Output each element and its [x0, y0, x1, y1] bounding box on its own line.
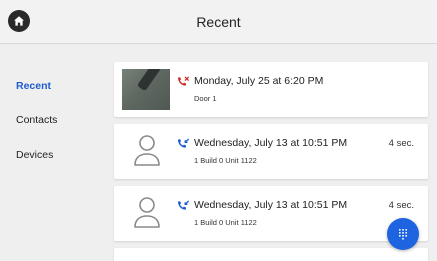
call-duration: 4 sec.	[388, 200, 414, 211]
missed-call-icon	[178, 76, 190, 86]
sidebar-item-recent[interactable]: Recent	[16, 80, 51, 92]
page-title: Recent	[196, 14, 241, 30]
person-avatar-icon	[134, 135, 160, 166]
call-title: Wednesday, July 13 at 10:51 PM	[194, 199, 348, 211]
call-title: Wednesday, July 13 at 10:51 PM	[194, 137, 348, 149]
sidebar-item-devices[interactable]: Devices	[16, 149, 53, 161]
call-list-item[interactable]: Monday, July 25 at 6:20 PM Door 1	[114, 62, 428, 117]
dialpad-icon	[399, 229, 407, 240]
call-subtitle: 1 Build 0 Unit 1122	[194, 218, 257, 227]
sidebar: Recent Contacts Devices	[0, 44, 108, 261]
person-avatar-icon	[134, 197, 160, 228]
top-bar: Recent	[0, 0, 437, 44]
call-title: Monday, July 25 at 6:20 PM	[194, 75, 324, 87]
incoming-call-icon	[178, 138, 190, 148]
call-subtitle: Door 1	[194, 94, 217, 103]
call-list-item[interactable]	[114, 248, 428, 261]
call-subtitle: 1 Build 0 Unit 1122	[194, 156, 257, 165]
call-list-item[interactable]: Wednesday, July 13 at 10:51 PM 1 Build 0…	[114, 124, 428, 179]
incoming-call-icon	[178, 200, 190, 210]
call-list-item[interactable]: Wednesday, July 13 at 10:51 PM 1 Build 0…	[114, 186, 428, 241]
sidebar-item-contacts[interactable]: Contacts	[16, 114, 57, 126]
dialpad-button[interactable]	[387, 218, 419, 250]
snapshot-thumbnail	[122, 69, 170, 110]
call-duration: 4 sec.	[388, 138, 414, 149]
